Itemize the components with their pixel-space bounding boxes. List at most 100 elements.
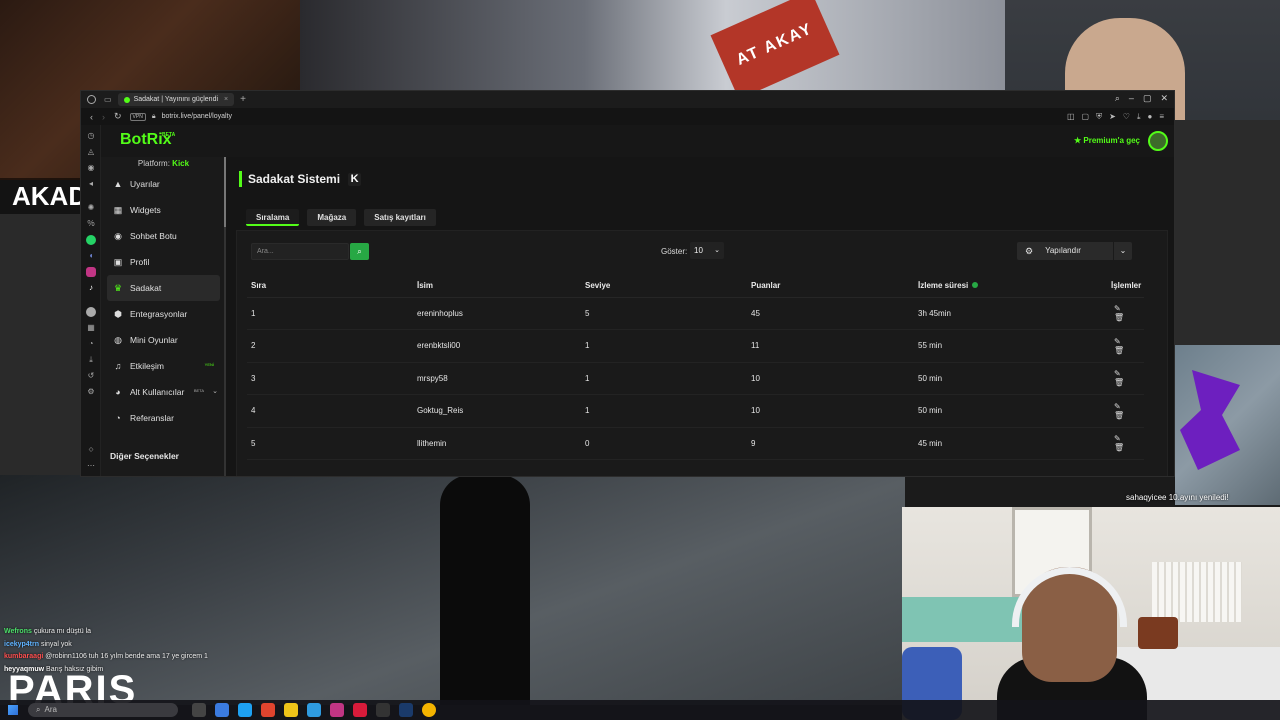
avatar[interactable] — [1148, 131, 1168, 151]
back-icon[interactable]: ‹ — [90, 112, 93, 122]
lock-icon[interactable]: 🔒︎ — [152, 113, 156, 121]
taskbar-search[interactable]: ⌕ Ara — [28, 703, 178, 717]
sidebar-item-etkilesim[interactable]: ♫ Etkileşim YENİ — [107, 353, 220, 379]
close-window-icon[interactable]: ✕ — [1160, 93, 1168, 104]
sidebar: Platform: Kick ▲ Uyarılar ▦ Widgets ◉ Sohbe… — [101, 157, 226, 476]
tracking-icon[interactable]: ◫ — [1067, 112, 1075, 122]
sidebar-item-sohbet-botu[interactable]: ◉ Sohbet Botu — [107, 223, 220, 249]
table-row: 3 mrspy58 1 10 50 min ✎🗑︎ — [247, 362, 1144, 395]
clock-icon[interactable]: ◔ — [86, 339, 96, 349]
instagram-icon[interactable] — [86, 267, 96, 277]
forward-icon[interactable]: › — [102, 112, 105, 122]
folder-icon[interactable] — [284, 703, 298, 717]
edge-icon[interactable] — [238, 703, 252, 717]
chevron-down-icon[interactable]: ⌄ — [1113, 242, 1132, 260]
refresh-icon[interactable]: ↺ — [86, 371, 96, 381]
tiktok-icon[interactable]: ♪ — [86, 283, 96, 293]
trash-icon[interactable]: 🗑︎ — [1114, 313, 1124, 322]
url-field[interactable]: botrix.live/panel/loyalty — [162, 113, 232, 120]
apps-icon[interactable]: ▦ — [86, 323, 96, 333]
tab-magaza[interactable]: Mağaza — [307, 209, 357, 226]
search-icon[interactable]: ⌕ — [1115, 93, 1120, 104]
botrix-logo[interactable]: BotRix BETA — [120, 131, 175, 149]
bell-icon[interactable]: ◬ — [86, 147, 96, 157]
tab-sadakat[interactable]: Sadakat | Yayınını güçlendi × — [117, 93, 235, 106]
edit-icon[interactable]: ✎ — [1114, 369, 1124, 378]
discord-icon[interactable]: ◖ — [86, 251, 96, 261]
leaderboard-table: Sıra İsim Seviye Puanlar İzleme süresi İ… — [247, 274, 1144, 460]
sidebar-item-profil[interactable]: ▣ Profil — [107, 249, 220, 275]
sidebar-item-alt-kullanicilar[interactable]: ◕ Alt Kullanıcılar BETA ⌄ — [107, 379, 220, 405]
menu-icon[interactable]: ≡ — [1159, 112, 1164, 122]
tab-bar: ▭ Sadakat | Yayınını güçlendi × + ⌕ – ▢ … — [81, 91, 1174, 108]
gamepad-icon: ◍ — [114, 335, 122, 345]
column-header[interactable]: Sıra — [247, 274, 413, 298]
edit-icon[interactable]: ✎ — [1114, 402, 1124, 411]
edit-icon[interactable]: ✎ — [1114, 304, 1124, 313]
column-header[interactable]: İsim — [413, 274, 581, 298]
minimize-icon[interactable]: – — [1129, 93, 1134, 104]
task-view-icon[interactable] — [192, 703, 206, 717]
opera-icon[interactable] — [353, 703, 367, 717]
start-icon[interactable] — [8, 705, 18, 715]
other-options[interactable]: Diğer Seçenekler — [110, 451, 179, 461]
sidebar-item-mini-oyunlar[interactable]: ◍ Mini Oyunlar — [107, 327, 220, 353]
heart-icon[interactable]: ♡ — [1123, 112, 1130, 122]
trash-icon[interactable]: 🗑︎ — [1114, 378, 1124, 387]
reload-icon[interactable]: ↻ — [114, 111, 122, 122]
page-title: Sadakat Sistemi K — [239, 171, 362, 187]
send-icon[interactable]: ➤ — [1109, 112, 1116, 122]
trash-icon[interactable]: 🗑︎ — [1114, 346, 1124, 355]
instagram-icon[interactable] — [330, 703, 344, 717]
music-icon: ♫ — [114, 361, 122, 371]
edit-icon[interactable]: ✎ — [1114, 434, 1124, 443]
column-header[interactable]: İzleme süresi — [914, 274, 1081, 298]
streamer-webcam — [902, 507, 1280, 720]
chatgpt-icon[interactable]: ✺ — [86, 203, 96, 213]
tab-siralama[interactable]: Sıralama — [246, 209, 300, 226]
configure-button[interactable]: ⚙ Yapılandır ⌄ — [1017, 242, 1132, 260]
download-icon[interactable]: ⤓ — [1137, 112, 1141, 122]
page-size-select[interactable]: 10 ⌄ — [690, 242, 724, 259]
sidebar-item-sadakat[interactable]: ♛ Sadakat — [107, 275, 220, 301]
premium-button[interactable]: ★ Premium'a geç — [1074, 136, 1140, 145]
maximize-icon[interactable]: ▢ — [1143, 93, 1152, 104]
extensions-icon[interactable]: ◇ — [86, 445, 96, 455]
search-button[interactable]: ⌕ — [350, 243, 369, 260]
browser-menu-icon[interactable] — [87, 95, 96, 104]
app-icon[interactable] — [215, 703, 229, 717]
info-icon[interactable] — [972, 281, 979, 288]
trash-icon[interactable]: 🗑︎ — [1114, 411, 1124, 420]
search-input[interactable]: Ara... — [251, 243, 349, 260]
ai-icon[interactable]: ％ — [86, 219, 96, 229]
history-icon[interactable]: ◷ — [86, 131, 96, 141]
new-tab-icon[interactable]: + — [240, 94, 246, 105]
telegram-icon[interactable]: ◂ — [86, 179, 96, 189]
more-icon[interactable]: ⋯ — [86, 461, 96, 471]
tabs-icon[interactable]: ▭ — [104, 95, 112, 104]
download-icon[interactable]: ⤓ — [86, 355, 96, 365]
vpn-badge[interactable]: VPN — [129, 112, 146, 121]
app-icon[interactable] — [376, 703, 390, 717]
profile-icon[interactable]: ● — [1147, 112, 1152, 122]
spotify-icon[interactable] — [86, 307, 96, 317]
sidebar-item-uyarilar[interactable]: ▲ Uyarılar — [107, 171, 220, 197]
steam-icon[interactable] — [399, 703, 413, 717]
settings-icon[interactable]: ⚙ — [86, 387, 96, 397]
app-icon[interactable] — [261, 703, 275, 717]
sidebar-item-entegrasyonlar[interactable]: ⬢ Entegrasyonlar — [107, 301, 220, 327]
messenger-icon[interactable]: ◉ — [86, 163, 96, 173]
tab-satis-kayitlari[interactable]: Satış kayıtları — [364, 209, 436, 226]
whatsapp-icon[interactable] — [86, 235, 96, 245]
edit-icon[interactable]: ✎ — [1114, 337, 1124, 346]
column-header[interactable]: Seviye — [581, 274, 747, 298]
screenshot-icon[interactable]: ▢ — [1082, 112, 1090, 122]
close-tab-icon[interactable]: × — [224, 93, 228, 106]
trash-icon[interactable]: 🗑︎ — [1114, 443, 1124, 452]
chrome-icon[interactable] — [422, 703, 436, 717]
column-header[interactable]: Puanlar — [747, 274, 914, 298]
sidebar-item-widgets[interactable]: ▦ Widgets — [107, 197, 220, 223]
shield-icon[interactable]: ⛨ — [1096, 112, 1102, 122]
app-icon[interactable] — [307, 703, 321, 717]
sidebar-item-referanslar[interactable]: ◔ Referanslar — [107, 405, 220, 431]
